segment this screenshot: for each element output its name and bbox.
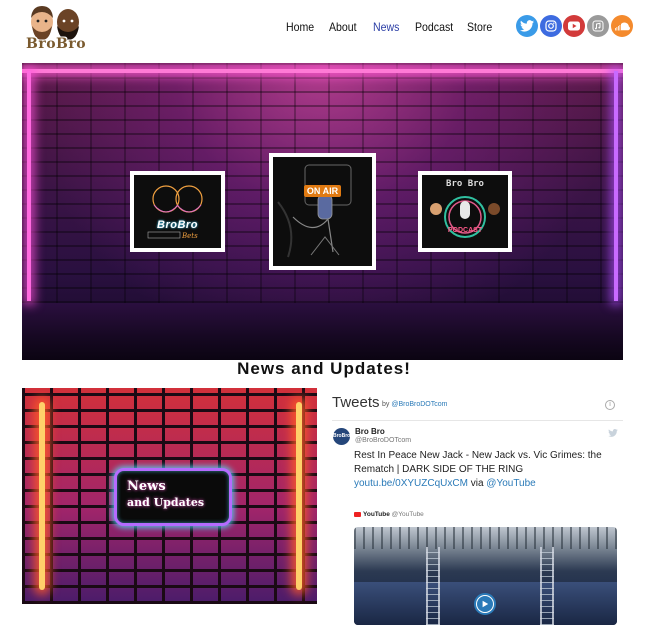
tweet-text: Rest In Peace New Jack - New Jack vs. Vi… (354, 449, 616, 491)
youtube-icon[interactable] (563, 15, 585, 37)
hero-floor (22, 303, 623, 360)
svg-text:Bets: Bets (181, 232, 198, 240)
news-updates-image[interactable]: News and Updates (22, 388, 317, 604)
play-icon[interactable] (474, 593, 496, 615)
frame-brobro-podcast[interactable]: Bro Bro PODCAST (418, 171, 512, 252)
info-icon[interactable]: i (605, 400, 615, 410)
frame-podcast-label: PODCAST (447, 227, 483, 234)
nav-store[interactable]: Store (467, 20, 492, 34)
tweets-divider (332, 420, 623, 421)
video-ladder-right (540, 547, 554, 625)
news-neon-left (39, 402, 45, 590)
tweets-by-handle-link[interactable]: @BroBroDOTcom (391, 401, 447, 408)
video-thumbnail[interactable] (354, 527, 617, 625)
frame-brobro-text: BroBro (157, 219, 198, 231)
tweets-by-prefix: by (382, 401, 390, 408)
card-source-name: YouTube (363, 511, 390, 518)
twitter-bird-icon[interactable] (608, 429, 618, 439)
news-sign-line1: News (127, 479, 166, 494)
twitter-timeline: Tweets by @BroBroDOTcom i BroBro Bro Bro… (332, 391, 623, 625)
nav-about[interactable]: About (329, 20, 357, 34)
logo-text[interactable]: BroBro (26, 36, 86, 52)
tweet-link[interactable]: youtu.be/0XYUZCqUxCM (354, 478, 468, 489)
nav-home[interactable]: Home (286, 20, 314, 34)
frame-brobro-podcast-image: Bro Bro PODCAST (422, 175, 508, 248)
news-neon-right (296, 402, 302, 590)
section-title: News and Updates! (237, 359, 411, 378)
soundcloud-icon[interactable] (611, 15, 633, 37)
neon-light-right (614, 71, 618, 301)
news-sign-line2: and Updates (127, 496, 205, 509)
video-truss (354, 527, 617, 549)
frame-brobro-bets[interactable]: Bets BroBro (130, 171, 225, 252)
frame-on-air[interactable]: ON AIR (269, 153, 376, 270)
neon-light-top (22, 69, 623, 73)
youtube-small-icon (354, 511, 361, 517)
tweets-title: Tweets (332, 394, 380, 411)
site-header: BroBro Home About News Podcast Store (0, 0, 648, 58)
tweet-via: via (470, 478, 484, 489)
tweet-body: Rest In Peace New Jack - New Jack vs. Vi… (354, 450, 602, 475)
video-ladder-left (426, 547, 440, 625)
twitter-icon[interactable] (516, 15, 538, 37)
tweet-via-handle[interactable]: @YouTube (486, 478, 535, 489)
card-source[interactable]: YouTube @YouTube (354, 511, 424, 518)
instagram-icon[interactable] (540, 15, 562, 37)
news-neon-sign: News and Updates (114, 468, 232, 526)
tweet-author-handle[interactable]: @BroBroDOTcom (355, 437, 411, 444)
tweet-author-name[interactable]: Bro Bro (355, 427, 385, 436)
frame-brobro-bets-image: Bets BroBro (134, 175, 221, 248)
avatar[interactable]: BroBro (333, 428, 350, 445)
hero-banner: Bets BroBro ON AIR Bro Bro PODCAST (22, 63, 623, 360)
neon-light-left (27, 71, 31, 301)
tweets-by: by @BroBroDOTcom (382, 401, 447, 408)
nav-podcast[interactable]: Podcast (415, 20, 453, 34)
frame-on-air-image: ON AIR (273, 157, 372, 266)
nav-news[interactable]: News (373, 20, 399, 34)
apple-podcasts-icon[interactable] (587, 15, 609, 37)
frame-on-air-text: ON AIR (273, 185, 372, 197)
play-icon-inner (477, 596, 493, 612)
frame-brobro-podcast-title: Bro Bro (446, 179, 484, 189)
card-source-handle: @YouTube (391, 511, 424, 518)
